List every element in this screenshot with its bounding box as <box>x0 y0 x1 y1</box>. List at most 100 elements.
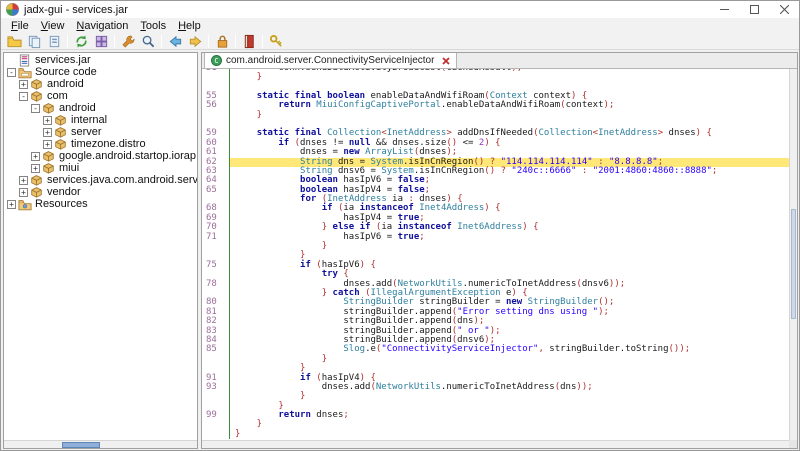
tree-item-label: miui <box>59 162 79 174</box>
expand-icon[interactable]: + <box>19 80 28 89</box>
tree-item-android[interactable]: + android <box>4 78 197 90</box>
editor-panel: C com.android.server.ConnectivityService… <box>201 52 798 449</box>
tree-item-com[interactable]: -com <box>4 90 197 102</box>
code-horizontal-scrollbar[interactable] <box>202 440 789 448</box>
tree-item-label: timezone.distro <box>71 138 146 150</box>
tree-item-label: Source code <box>35 66 97 78</box>
tree-item-resources[interactable]: + Resources <box>4 198 197 210</box>
menu-item-help[interactable]: Help <box>173 20 206 32</box>
code-text: return MiuiConfigCaptivePortal.enableDat… <box>230 101 789 110</box>
menu-item-navigation[interactable]: Navigation <box>71 20 133 32</box>
lock-button[interactable] <box>212 33 232 49</box>
close-button[interactable] <box>769 1 799 18</box>
grid-button[interactable] <box>91 33 111 49</box>
line-number <box>202 242 230 251</box>
collapse-icon[interactable]: - <box>19 92 28 101</box>
line-number <box>202 420 230 429</box>
tree-item-label: server <box>71 126 102 138</box>
code-line: } <box>202 111 789 120</box>
grid-icon <box>94 34 109 49</box>
forward-button[interactable] <box>185 33 205 49</box>
code-line: } <box>202 392 789 401</box>
sync-icon <box>74 34 89 49</box>
tree-item-label: Resources <box>35 198 88 210</box>
tree-item-label: vendor <box>47 186 81 198</box>
copy-button[interactable] <box>24 33 44 49</box>
expand-icon[interactable]: + <box>43 116 52 125</box>
open-folder-icon <box>7 34 22 49</box>
toolbar-separator <box>208 35 209 48</box>
tree-horizontal-scrollbar[interactable] <box>4 440 197 448</box>
key-button[interactable] <box>266 33 286 49</box>
tree-scrollbar-thumb[interactable] <box>62 442 100 448</box>
open-folder-button[interactable] <box>4 33 24 49</box>
line-number: 71 <box>202 233 230 242</box>
paste-button[interactable] <box>44 33 64 49</box>
tab-close-icon[interactable] <box>442 57 450 65</box>
package-icon <box>30 186 44 199</box>
lock-icon <box>215 34 230 49</box>
maximize-button[interactable] <box>739 1 769 18</box>
line-number <box>202 392 230 401</box>
sync-button[interactable] <box>71 33 91 49</box>
expand-icon[interactable]: + <box>43 140 52 149</box>
minimize-button[interactable] <box>709 1 739 18</box>
code-text: } <box>230 73 789 82</box>
package-icon <box>42 162 56 175</box>
tree-item-label: android <box>47 78 84 90</box>
tree-item-services-java-com-android-server[interactable]: + services.java.com.android.server. <box>4 174 197 186</box>
code-viewer[interactable]: 51 conn.sendDataActivityBroadcast(cached… <box>202 69 789 440</box>
expand-icon[interactable]: + <box>31 164 40 173</box>
tree-item-timezone-distro[interactable]: + timezone.distro <box>4 138 197 150</box>
code-text: } <box>230 430 789 439</box>
line-number: 78 <box>202 280 230 289</box>
line-number: 65 <box>202 186 230 195</box>
tab-label: com.android.server.ConnectivityServiceIn… <box>226 55 434 66</box>
expand-icon[interactable]: + <box>7 200 16 209</box>
toolbar-separator <box>235 35 236 48</box>
code-line: 99 return dnses; <box>202 411 789 420</box>
tree-item-vendor[interactable]: + vendor <box>4 186 197 198</box>
menu-item-tools[interactable]: Tools <box>135 20 171 32</box>
tree-item-source-code[interactable]: - Source code <box>4 66 197 78</box>
menu-item-file[interactable]: File <box>6 20 34 32</box>
tree-item-android[interactable]: -android <box>4 102 197 114</box>
tree-item-label: services.java.com.android.server. <box>47 174 197 186</box>
line-number: 99 <box>202 411 230 420</box>
code-line: } <box>202 73 789 82</box>
tree-item-services-jar[interactable]: services.jar <box>4 54 197 66</box>
code-text: } <box>230 242 789 251</box>
line-number <box>202 430 230 439</box>
tree-item-google-android-startop-iorap[interactable]: + google.android.startop.iorap <box>4 150 197 162</box>
search-icon <box>141 34 156 49</box>
code-text: } <box>230 392 789 401</box>
code-vscroll-thumb[interactable] <box>791 209 796 319</box>
toolbar-separator <box>262 35 263 48</box>
code-text: dnses.add(NetworkUtils.numericToInetAddr… <box>230 383 789 392</box>
code-vertical-scrollbar[interactable] <box>789 69 797 440</box>
expand-icon[interactable]: + <box>19 176 28 185</box>
back-button[interactable] <box>165 33 185 49</box>
toolbar-separator <box>161 35 162 48</box>
expand-icon[interactable]: + <box>19 188 28 197</box>
book-button[interactable] <box>239 33 259 49</box>
tree-item-miui[interactable]: + miui <box>4 162 197 174</box>
line-number <box>202 111 230 120</box>
tree-item-server[interactable]: + server <box>4 126 197 138</box>
expand-icon[interactable]: + <box>31 152 40 161</box>
paste-icon <box>47 34 62 49</box>
expand-icon[interactable]: + <box>43 128 52 137</box>
svg-text:C: C <box>214 57 218 65</box>
collapse-icon[interactable]: - <box>31 104 40 113</box>
collapse-icon[interactable]: - <box>7 68 16 77</box>
menu-item-view[interactable]: View <box>36 20 70 32</box>
tree-item-internal[interactable]: +internal <box>4 114 197 126</box>
tab-connectivity-service-injector[interactable]: C com.android.server.ConnectivityService… <box>204 52 457 68</box>
wrench-button[interactable] <box>118 33 138 49</box>
line-number: 85 <box>202 345 230 354</box>
code-text: } <box>230 355 789 364</box>
search-button[interactable] <box>138 33 158 49</box>
tree-item-label: google.android.startop.iorap <box>59 150 196 162</box>
line-number: 56 <box>202 101 230 110</box>
title-bar: jadx-gui - services.jar <box>1 1 799 18</box>
